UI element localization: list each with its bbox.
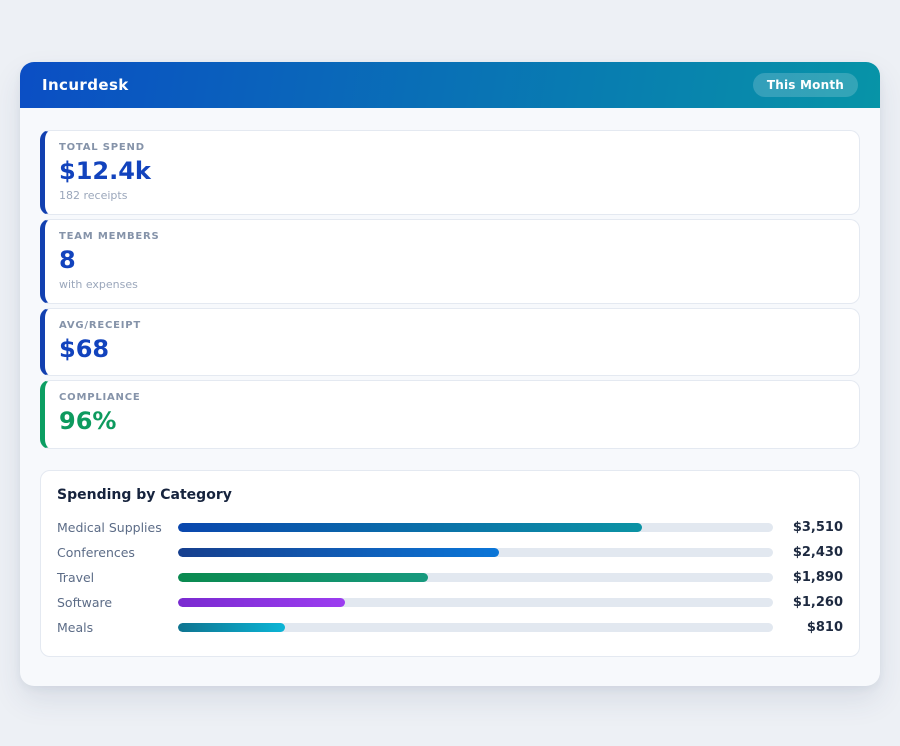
stat-subtext: with expenses (59, 278, 841, 291)
stat-value: $12.4k (59, 157, 841, 186)
bar-track (178, 623, 773, 632)
category-label: Meals (57, 620, 178, 635)
stat-value: $68 (59, 335, 841, 364)
stat-subtext: 182 receipts (59, 189, 841, 202)
stat-card-team-members: TEAM MEMBERS 8 with expenses (40, 219, 860, 304)
app-title: Incurdesk (42, 76, 129, 94)
bar-fill (178, 548, 499, 557)
stat-value: 8 (59, 246, 841, 275)
category-value: $810 (773, 620, 843, 635)
category-value: $2,430 (773, 545, 843, 560)
category-value: $1,260 (773, 595, 843, 610)
category-label: Medical Supplies (57, 520, 178, 535)
stat-label: TEAM MEMBERS (59, 231, 841, 242)
stat-card-total-spend: TOTAL SPEND $12.4k 182 receipts (40, 130, 860, 215)
section-title: Spending by Category (57, 487, 843, 503)
category-label: Conferences (57, 545, 178, 560)
stat-card-avg-receipt: AVG/RECEIPT $68 (40, 308, 860, 377)
bar-fill (178, 573, 428, 582)
period-badge[interactable]: This Month (753, 73, 858, 97)
bar-track (178, 548, 773, 557)
bar-fill (178, 523, 642, 532)
bar-fill (178, 598, 345, 607)
bar-track (178, 573, 773, 582)
panel-body: TOTAL SPEND $12.4k 182 receipts TEAM MEM… (20, 108, 880, 677)
dashboard-panel: Incurdesk This Month TOTAL SPEND $12.4k … (20, 62, 880, 686)
stat-label: AVG/RECEIPT (59, 320, 841, 331)
category-row-meals: Meals $810 (57, 615, 843, 640)
category-row-travel: Travel $1,890 (57, 565, 843, 590)
category-row-conferences: Conferences $2,430 (57, 540, 843, 565)
category-label: Travel (57, 570, 178, 585)
stat-card-compliance: COMPLIANCE 96% (40, 380, 860, 449)
stat-label: COMPLIANCE (59, 392, 841, 403)
category-label: Software (57, 595, 178, 610)
bar-track (178, 598, 773, 607)
category-value: $3,510 (773, 520, 843, 535)
spending-by-category-card: Spending by Category Medical Supplies $3… (40, 470, 860, 657)
bar-track (178, 523, 773, 532)
bar-fill (178, 623, 285, 632)
category-value: $1,890 (773, 570, 843, 585)
stat-label: TOTAL SPEND (59, 142, 841, 153)
header-bar: Incurdesk This Month (20, 62, 880, 108)
stat-value: 96% (59, 407, 841, 436)
category-row-software: Software $1,260 (57, 590, 843, 615)
category-row-medical-supplies: Medical Supplies $3,510 (57, 515, 843, 540)
